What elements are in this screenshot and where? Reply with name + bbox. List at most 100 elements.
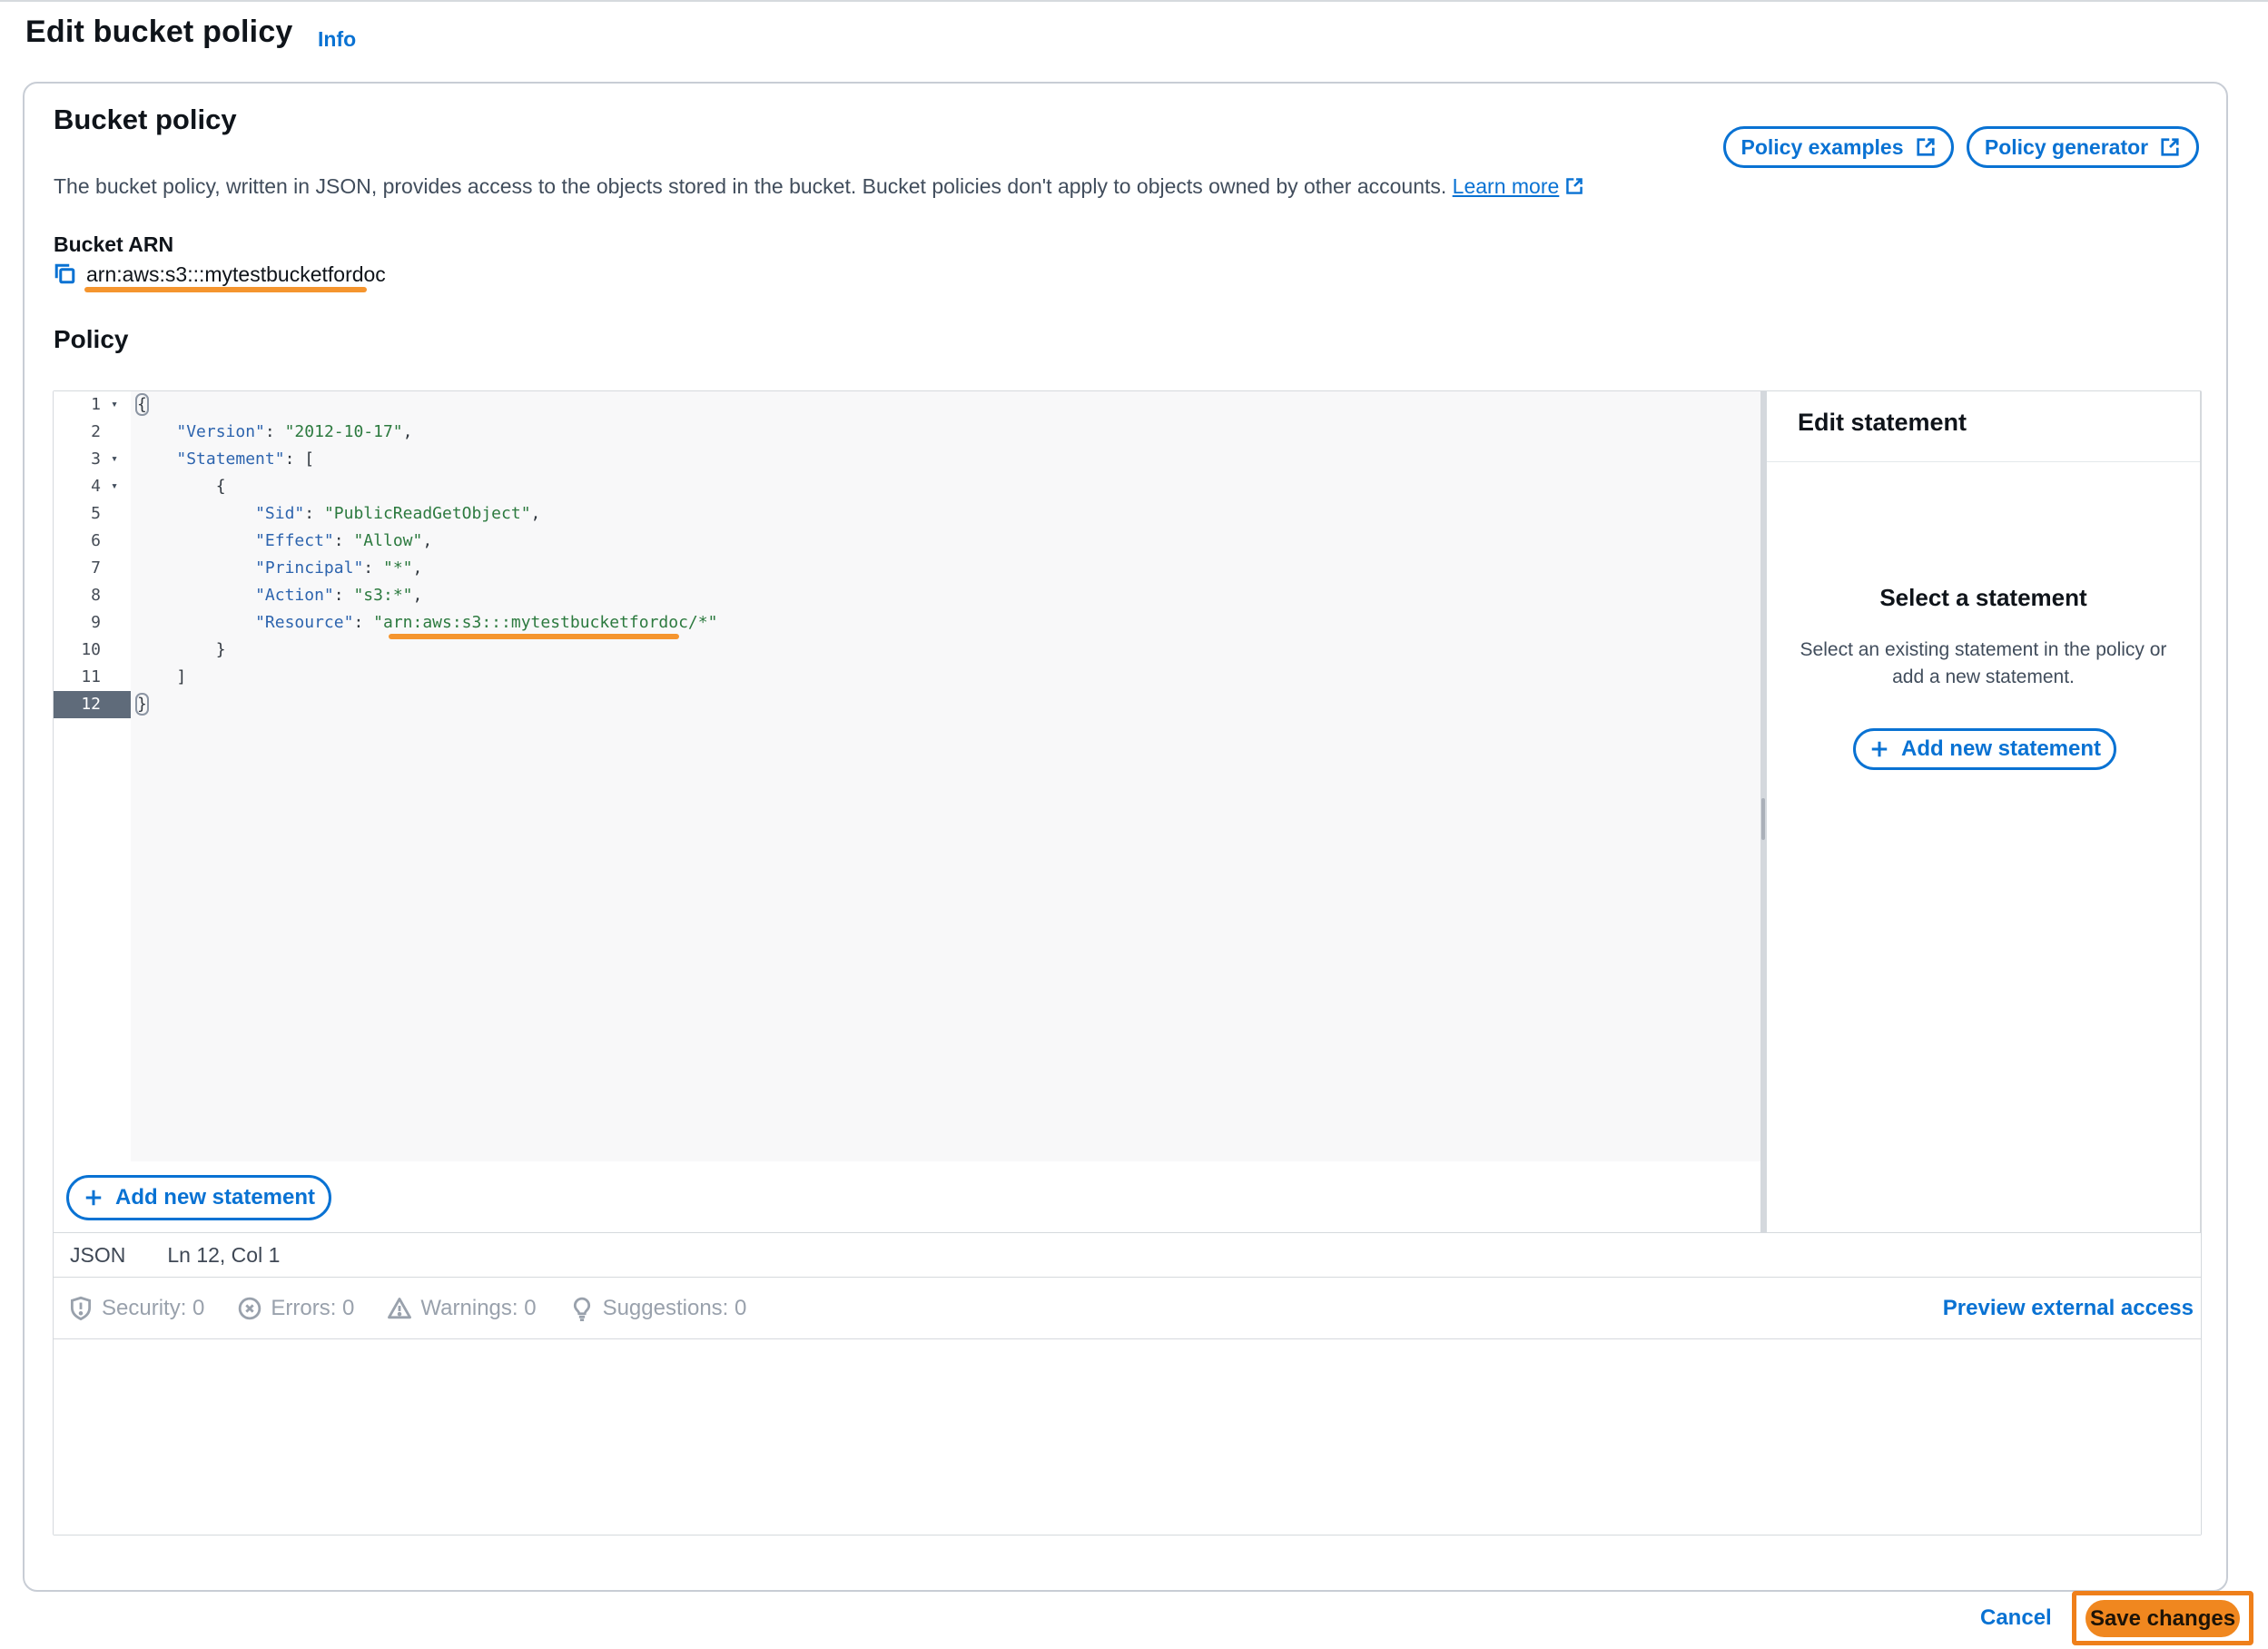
suggestions-check: Suggestions: 0 xyxy=(569,1296,747,1321)
card-title: Bucket policy xyxy=(54,104,237,136)
preview-external-access-link[interactable]: Preview external access xyxy=(1943,1296,2194,1321)
learn-more-label: Learn more xyxy=(1453,174,1560,198)
info-link[interactable]: Info xyxy=(318,27,356,52)
policy-generator-button[interactable]: Policy generator xyxy=(1967,126,2199,168)
code-token: "Version" xyxy=(176,422,265,441)
line-gutter: 9 xyxy=(54,609,131,637)
code-line-content: "Statement": [ xyxy=(131,446,314,473)
policy-section-title: Policy xyxy=(54,325,128,354)
code-token: "Resource" xyxy=(255,613,353,632)
fold-arrow-icon[interactable]: ▾ xyxy=(101,391,128,419)
add-new-statement-button[interactable]: Add new statement xyxy=(66,1175,331,1220)
code-line[interactable]: 11] xyxy=(54,664,1760,691)
code-token: "Action" xyxy=(255,586,334,605)
code-area[interactable]: 1▾{2"Version": "2012-10-17",3▾"Statement… xyxy=(54,391,1760,1161)
policy-examples-label: Policy examples xyxy=(1741,135,1904,160)
fold-arrow-icon[interactable]: ▾ xyxy=(101,446,128,473)
line-gutter: 10 xyxy=(54,637,131,664)
code-line[interactable]: 10} xyxy=(54,637,1760,664)
line-gutter: 3▾ xyxy=(54,446,131,473)
code-token: : xyxy=(265,422,285,441)
suggestions-bulb-icon xyxy=(569,1296,595,1321)
code-token: "arn:aws:s3:::mytestbucketfordoc/*" xyxy=(373,613,717,632)
cancel-button[interactable]: Cancel xyxy=(1980,1605,2052,1631)
code-line-content: "Resource": "arn:aws:s3:::mytestbucketfo… xyxy=(131,609,717,637)
code-line[interactable]: 4▾{ xyxy=(54,473,1760,500)
code-line-content: "Principal": "*", xyxy=(131,555,422,582)
line-number: 10 xyxy=(54,637,101,664)
code-line[interactable]: 12} xyxy=(54,691,1760,718)
code-token: "Effect" xyxy=(255,531,334,550)
line-gutter: 5 xyxy=(54,500,131,528)
code-token: "Allow" xyxy=(353,531,422,550)
code-rows: 1▾{2"Version": "2012-10-17",3▾"Statement… xyxy=(54,391,1760,718)
save-changes-button[interactable]: Save changes xyxy=(2086,1600,2240,1637)
code-token: "2012-10-17" xyxy=(285,422,403,441)
code-token: ] xyxy=(176,667,186,686)
code-line[interactable]: 6"Effect": "Allow", xyxy=(54,528,1760,555)
code-token: "s3:*" xyxy=(353,586,412,605)
code-line-content: "Version": "2012-10-17", xyxy=(131,419,412,446)
code-pane: 1▾{2"Version": "2012-10-17",3▾"Statement… xyxy=(54,391,1760,1232)
code-line[interactable]: 8 "Action": "s3:*", xyxy=(54,582,1760,609)
code-line[interactable]: 7"Principal": "*", xyxy=(54,555,1760,582)
code-line[interactable]: 3▾"Statement": [ xyxy=(54,446,1760,473)
bucket-policy-card: Bucket policy Policy examples Policy gen… xyxy=(23,82,2228,1592)
edit-bucket-policy-page: Edit bucket policy Info Bucket policy Po… xyxy=(0,0,2268,1649)
line-number: 8 xyxy=(54,582,101,609)
bucket-arn-label: Bucket ARN xyxy=(54,232,173,257)
policy-editor: 1▾{2"Version": "2012-10-17",3▾"Statement… xyxy=(53,390,2202,1535)
suggestions-check-label: Suggestions: 0 xyxy=(603,1296,747,1321)
code-line[interactable]: 9 "Resource": "arn:aws:s3:::mytestbucketf… xyxy=(54,609,1760,637)
warnings-triangle-icon xyxy=(387,1296,412,1321)
panel-add-new-statement-button[interactable]: Add new statement xyxy=(1853,728,2116,770)
code-line-content: } xyxy=(131,691,147,718)
code-line[interactable]: 1▾{ xyxy=(54,391,1760,419)
code-token: , xyxy=(413,586,423,605)
warnings-check: Warnings: 0 xyxy=(387,1296,536,1321)
fold-spacer xyxy=(101,528,128,555)
code-token: , xyxy=(422,531,432,550)
code-line-content: "Action": "s3:*", xyxy=(131,582,422,609)
fold-spacer xyxy=(101,582,128,609)
learn-more-link[interactable]: Learn more xyxy=(1453,174,1560,198)
line-number: 3 xyxy=(54,446,101,473)
security-check-label: Security: 0 xyxy=(102,1296,204,1321)
line-number: 9 xyxy=(54,609,101,637)
code-line[interactable]: 5 "Sid": "PublicReadGetObject", xyxy=(54,500,1760,528)
bucket-arn-value: arn:aws:s3:::mytestbucketfordoc xyxy=(86,262,386,287)
code-line[interactable]: 2"Version": "2012-10-17", xyxy=(54,419,1760,446)
code-token: , xyxy=(403,422,413,441)
line-gutter: 7 xyxy=(54,555,131,582)
code-line-content: "Sid": "PublicReadGetObject", xyxy=(131,500,540,528)
code-token: : xyxy=(334,586,354,605)
fold-spacer xyxy=(101,637,128,664)
external-link-icon xyxy=(2159,136,2181,158)
fold-spacer xyxy=(101,664,128,691)
select-statement-title: Select a statement xyxy=(1767,584,2200,612)
plus-icon xyxy=(1869,738,1890,760)
line-number: 4 xyxy=(54,473,101,500)
panel-divider xyxy=(1767,461,2200,462)
editor-split: 1▾{2"Version": "2012-10-17",3▾"Statement… xyxy=(54,391,2201,1233)
editor-status-bar: JSON Ln 12, Col 1 xyxy=(54,1233,2201,1278)
copy-arn-button[interactable] xyxy=(52,262,77,287)
policy-generator-label: Policy generator xyxy=(1985,135,2148,160)
code-token: "Principal" xyxy=(255,558,363,578)
external-link-icon xyxy=(1915,136,1937,158)
code-token: , xyxy=(413,558,423,578)
fold-arrow-icon[interactable]: ▾ xyxy=(101,473,128,500)
code-token: } xyxy=(216,640,226,659)
line-gutter: 4▾ xyxy=(54,473,131,500)
edit-statement-panel: Edit statement Select a statement Select… xyxy=(1767,391,2201,1232)
line-number: 5 xyxy=(54,500,101,528)
fold-spacer xyxy=(101,555,128,582)
select-statement-line2: add a new statement. xyxy=(1767,664,2200,691)
policy-examples-button[interactable]: Policy examples xyxy=(1723,126,1954,168)
code-token: , xyxy=(531,504,541,523)
copy-icon xyxy=(53,262,77,286)
resize-grip xyxy=(1761,798,1765,840)
description-text: The bucket policy, written in JSON, prov… xyxy=(54,174,1446,198)
split-resize-handle[interactable] xyxy=(1760,391,1767,1232)
code-line-content: { xyxy=(131,391,147,419)
